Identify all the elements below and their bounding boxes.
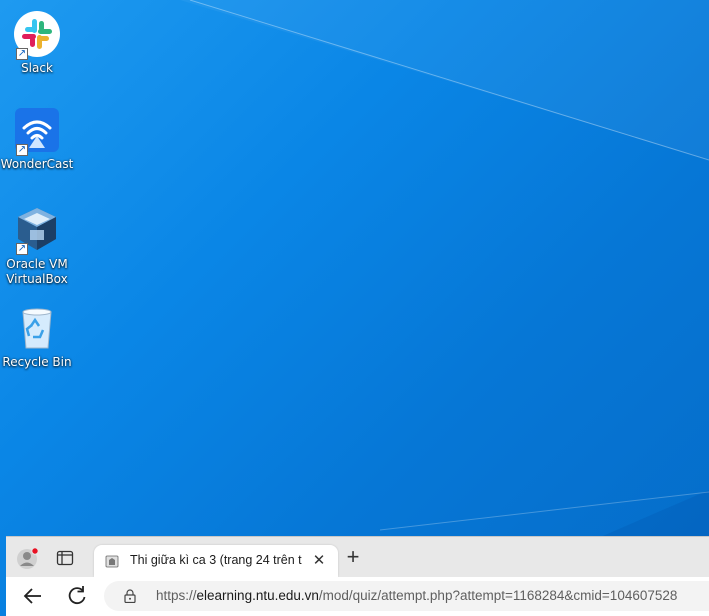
desktop-icon-virtualbox[interactable]: ↗ Oracle VM VirtualBox: [0, 205, 74, 287]
url-domain: elearning.ntu.edu.vn: [196, 588, 319, 603]
desktop-icon-slack[interactable]: ↗ Slack: [0, 10, 74, 76]
desktop-icon-label: Slack: [21, 61, 53, 75]
shortcut-arrow-icon: ↗: [16, 144, 28, 156]
address-url: https://elearning.ntu.edu.vn/mod/quiz/at…: [156, 588, 677, 603]
tab-close-icon[interactable]: ✕: [310, 552, 328, 570]
slack-icon: ↗: [13, 10, 61, 60]
shortcut-arrow-icon: ↗: [16, 243, 28, 255]
desktop-icon-label: Recycle Bin: [2, 355, 72, 369]
tab-title: Thi giữa kì ca 3 (trang 24 trên tổng: [130, 553, 302, 567]
url-scheme: https://: [156, 588, 197, 603]
desktop-icon-label-line2: VirtualBox: [6, 272, 68, 286]
tab-actions-button[interactable]: [56, 549, 74, 567]
desktop-icon-wondercast[interactable]: ↗ WonderCast: [0, 106, 74, 172]
back-button[interactable]: [22, 585, 44, 607]
refresh-button[interactable]: [66, 585, 88, 607]
new-tab-button[interactable]: +: [342, 546, 364, 569]
refresh-icon: [68, 586, 86, 605]
wallpaper-light-rays: [180, 0, 709, 615]
tab-strip: Thi giữa kì ca 3 (trang 24 trên tổng ✕ +: [6, 537, 709, 577]
shortcut-arrow-icon: ↗: [16, 48, 28, 60]
recycle-bin-icon: [13, 304, 61, 352]
address-bar[interactable]: https://elearning.ntu.edu.vn/mod/quiz/at…: [104, 581, 709, 611]
profile-button[interactable]: [16, 546, 40, 570]
desktop-wallpaper: [0, 0, 709, 615]
navigation-bar: https://elearning.ntu.edu.vn/mod/quiz/at…: [6, 577, 709, 616]
desktop-icon-recycle-bin[interactable]: Recycle Bin: [0, 304, 74, 370]
desktop-icon-label: WonderCast: [0, 157, 74, 171]
moodle-favicon-icon: [105, 555, 119, 568]
browser-tab-active[interactable]: Thi giữa kì ca 3 (trang 24 trên tổng ✕: [94, 545, 338, 577]
profile-icon: [17, 547, 39, 569]
lock-icon: [124, 589, 136, 603]
back-arrow-icon: [23, 588, 41, 604]
wondercast-icon: ↗: [13, 106, 61, 156]
url-path: /mod/quiz/attempt.php?attempt=1168284&cm…: [318, 588, 678, 603]
virtualbox-icon: ↗: [13, 205, 61, 255]
browser-window: Thi giữa kì ca 3 (trang 24 trên tổng ✕ +…: [6, 536, 709, 616]
vertical-tabs-icon: [56, 550, 74, 566]
desktop-icon-label-line1: Oracle VM: [6, 257, 68, 271]
